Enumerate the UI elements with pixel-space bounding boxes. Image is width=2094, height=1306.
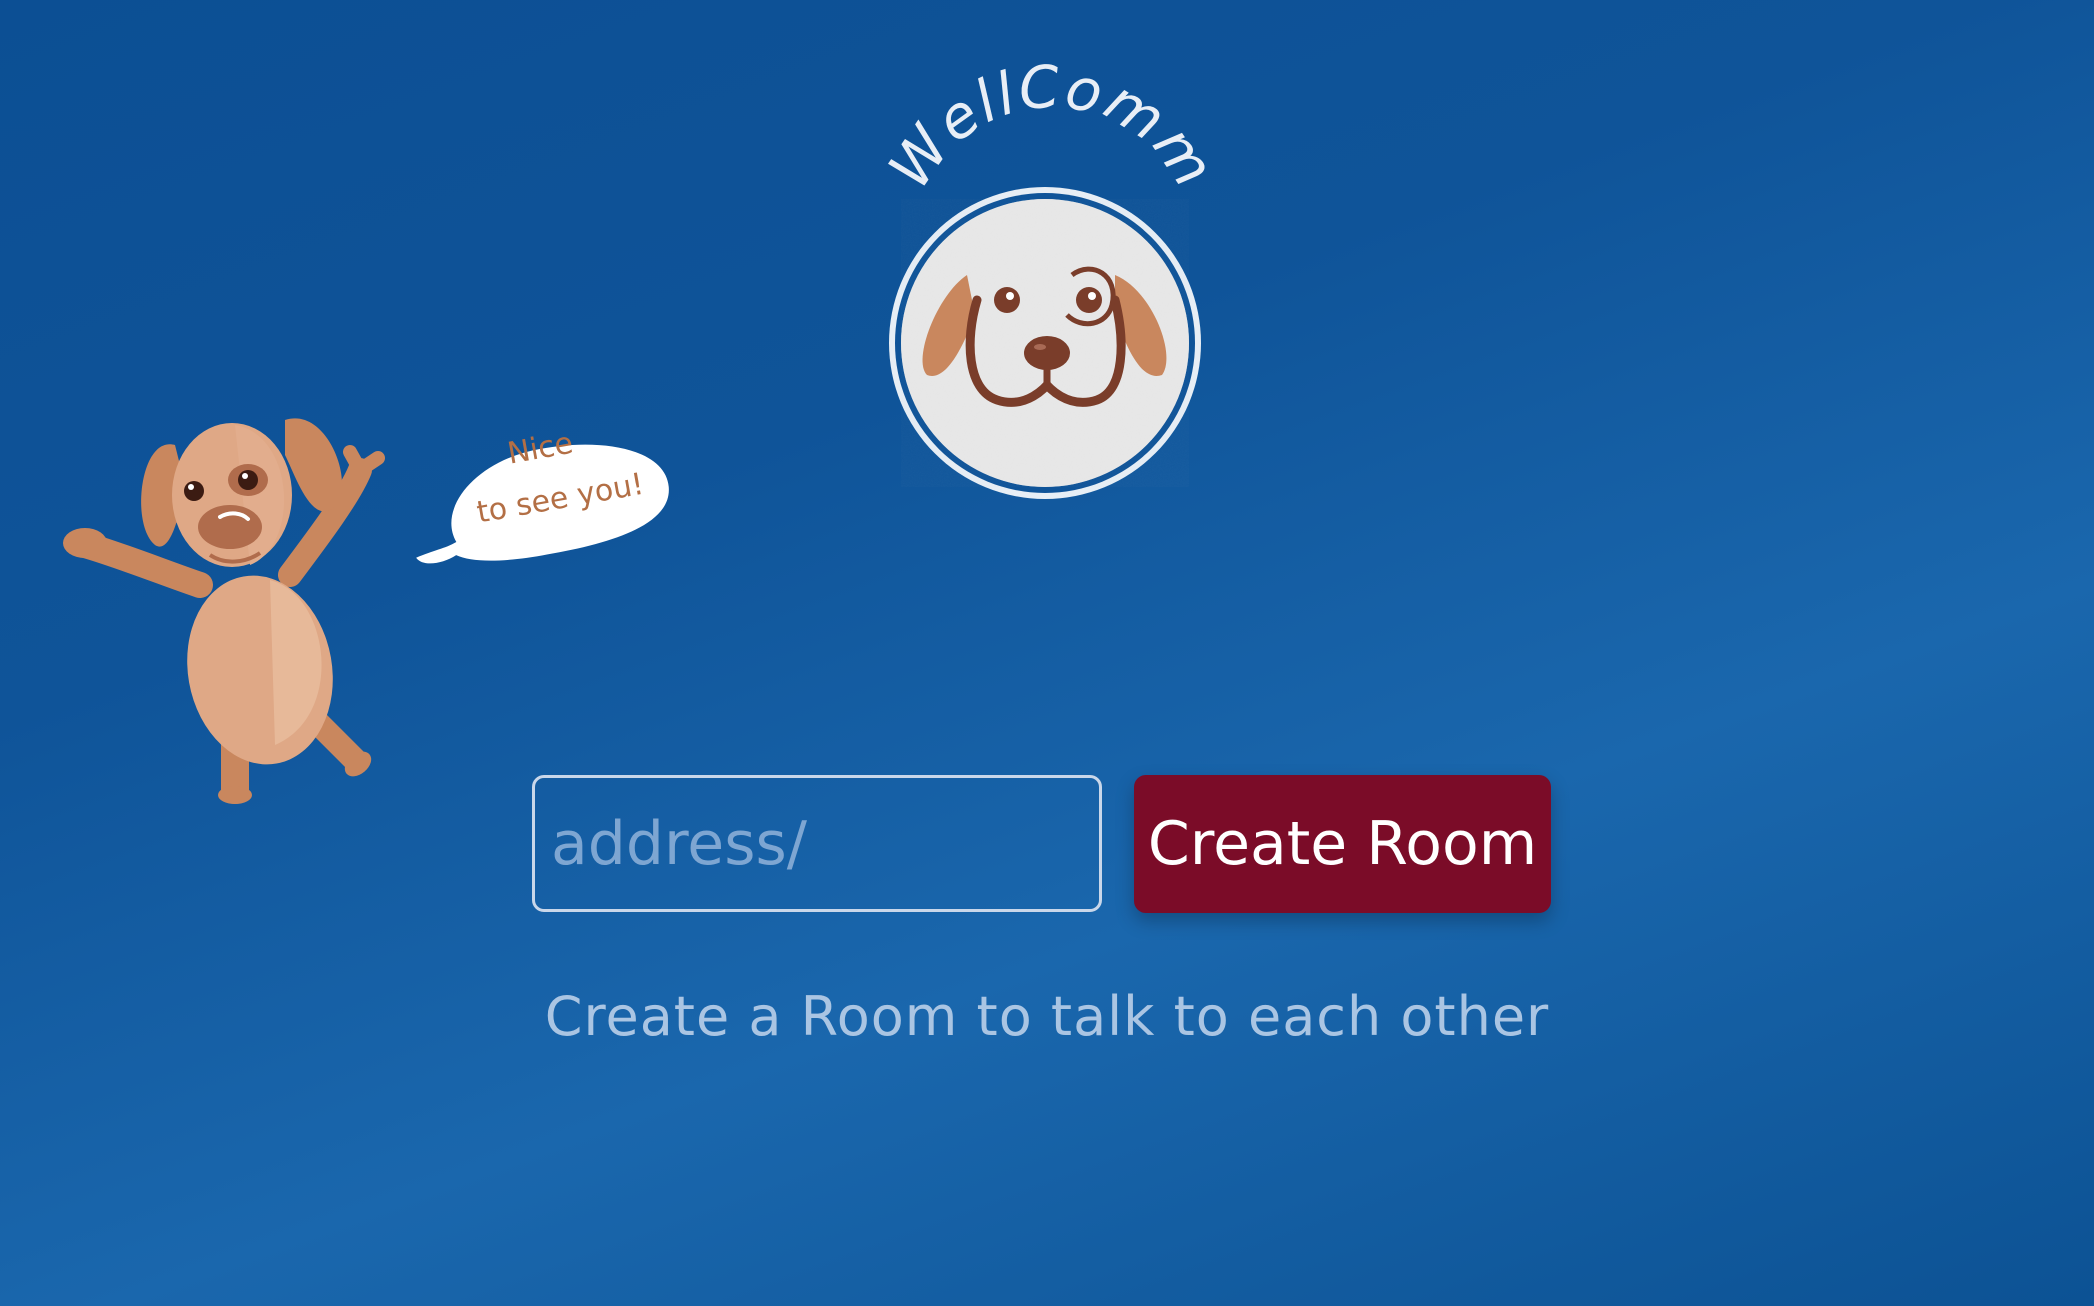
speech-bubble-icon: Nice to see you! [416, 426, 669, 564]
brand-name: WellComm [875, 60, 1226, 200]
dancing-dog-icon: Nice to see you! [63, 418, 669, 804]
tagline-text: Create a Room to talk to each other [544, 985, 1550, 1048]
create-room-button[interactable]: Create Room [1134, 775, 1551, 913]
svg-text:WellComm: WellComm [875, 60, 1228, 200]
landing-page: WellComm Nice to see you! address/ Creat… [0, 0, 2094, 1306]
address-input[interactable] [532, 775, 1102, 912]
mascot-illustration: Nice to see you! [60, 395, 680, 815]
dog-face-logo-icon: WellComm [875, 60, 1228, 499]
wellcomm-logo: WellComm [857, 60, 1237, 510]
